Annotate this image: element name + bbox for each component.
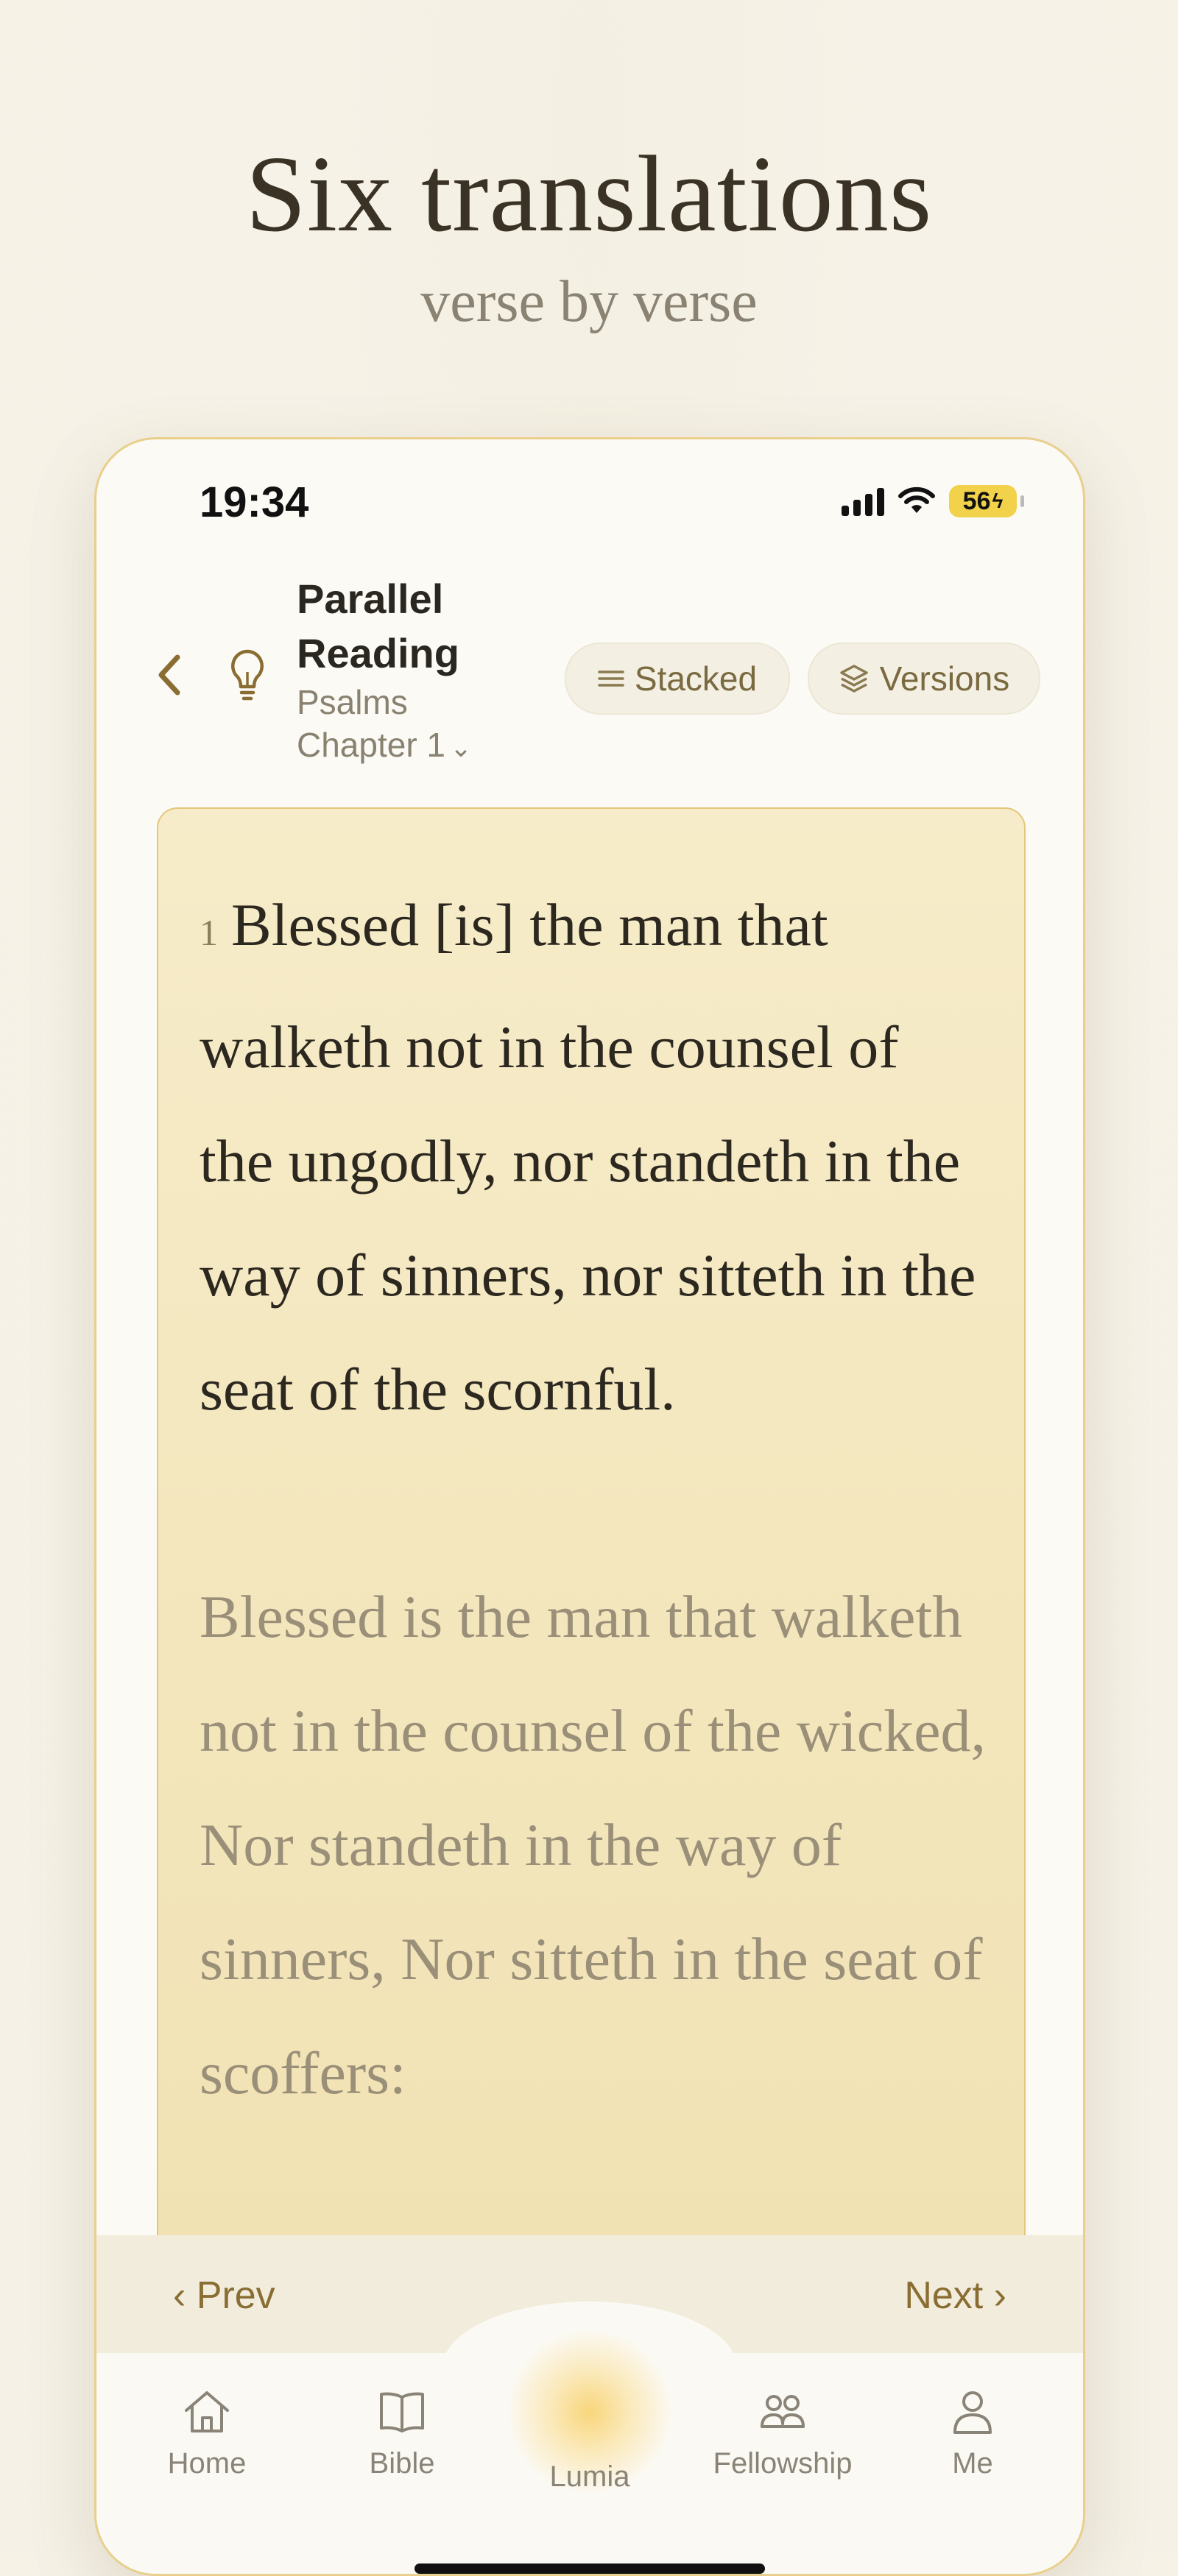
reading-header: Parallel Reading Psalms Chapter 1 ⌄ Stack… bbox=[96, 572, 1083, 793]
verse-secondary-translation: Blessed is the man that walketh not in t… bbox=[200, 1583, 987, 2106]
tab-bible[interactable]: Bible bbox=[314, 2382, 490, 2480]
stacked-view-button[interactable]: Stacked bbox=[565, 643, 790, 715]
verse-primary-text: Blessed [is] the man that walketh not in… bbox=[200, 891, 976, 1423]
book-name: Psalms bbox=[297, 683, 408, 721]
people-icon bbox=[761, 2395, 805, 2428]
hero-subtitle: verse by verse bbox=[420, 269, 758, 334]
tab-home[interactable]: Home bbox=[119, 2382, 295, 2480]
tab-fellowship-label: Fellowship bbox=[713, 2447, 853, 2480]
list-lines-icon bbox=[598, 670, 624, 687]
battery-level: 56 bbox=[962, 486, 991, 515]
status-bar: 19:34 56 ϟ bbox=[96, 439, 1083, 550]
hero-title: Six translations bbox=[245, 134, 933, 255]
lightbulb-icon[interactable] bbox=[222, 643, 273, 709]
home-indicator bbox=[415, 2563, 765, 2574]
page-title: Parallel Reading bbox=[297, 576, 459, 676]
verse-primary-translation: 1 Blessed [is] the man that walketh not i… bbox=[200, 868, 987, 1446]
tab-lumia-label: Lumia bbox=[549, 2460, 630, 2493]
cellular-signal-icon bbox=[842, 486, 884, 516]
chevron-down-icon: ⌄ bbox=[450, 732, 473, 762]
bottom-tab-bar: Home Bible Lumia Fellowship Me bbox=[96, 2301, 1083, 2574]
person-icon bbox=[953, 2391, 992, 2434]
verse-card[interactable]: 1 Blessed [is] the man that walketh not i… bbox=[157, 807, 1026, 2282]
tab-me[interactable]: Me bbox=[884, 2382, 1061, 2480]
versions-label: Versions bbox=[879, 659, 1010, 698]
phone-frame: 19:34 56 ϟ Parallel Reading Psalms Chapt… bbox=[94, 437, 1085, 2576]
tab-lumia[interactable]: Lumia bbox=[501, 2455, 678, 2494]
charging-bolt-icon: ϟ bbox=[992, 489, 1004, 512]
tab-bible-label: Bible bbox=[369, 2447, 435, 2480]
chapter-label: Chapter 1 bbox=[297, 726, 446, 764]
next-button[interactable]: Next › bbox=[904, 2274, 1006, 2318]
prev-button[interactable]: ‹ Prev bbox=[173, 2274, 275, 2318]
title-block: Parallel Reading Psalms Chapter 1 ⌄ bbox=[297, 572, 532, 769]
status-time: 19:34 bbox=[200, 478, 309, 526]
stacked-label: Stacked bbox=[634, 659, 758, 698]
layers-icon bbox=[840, 665, 868, 693]
tab-fellowship[interactable]: Fellowship bbox=[694, 2382, 871, 2480]
back-chevron-icon[interactable] bbox=[148, 645, 192, 704]
battery-indicator: 56 ϟ bbox=[949, 485, 1024, 517]
versions-button[interactable]: Versions bbox=[808, 643, 1040, 715]
tab-home-label: Home bbox=[167, 2447, 247, 2480]
book-icon bbox=[380, 2392, 424, 2432]
chapter-selector[interactable]: Chapter 1 ⌄ bbox=[297, 723, 532, 769]
verse-number: 1 bbox=[200, 912, 218, 953]
status-icons: 56 ϟ bbox=[842, 479, 1024, 523]
wifi-icon bbox=[898, 486, 935, 513]
tab-me-label: Me bbox=[952, 2447, 993, 2480]
home-icon bbox=[185, 2391, 229, 2432]
